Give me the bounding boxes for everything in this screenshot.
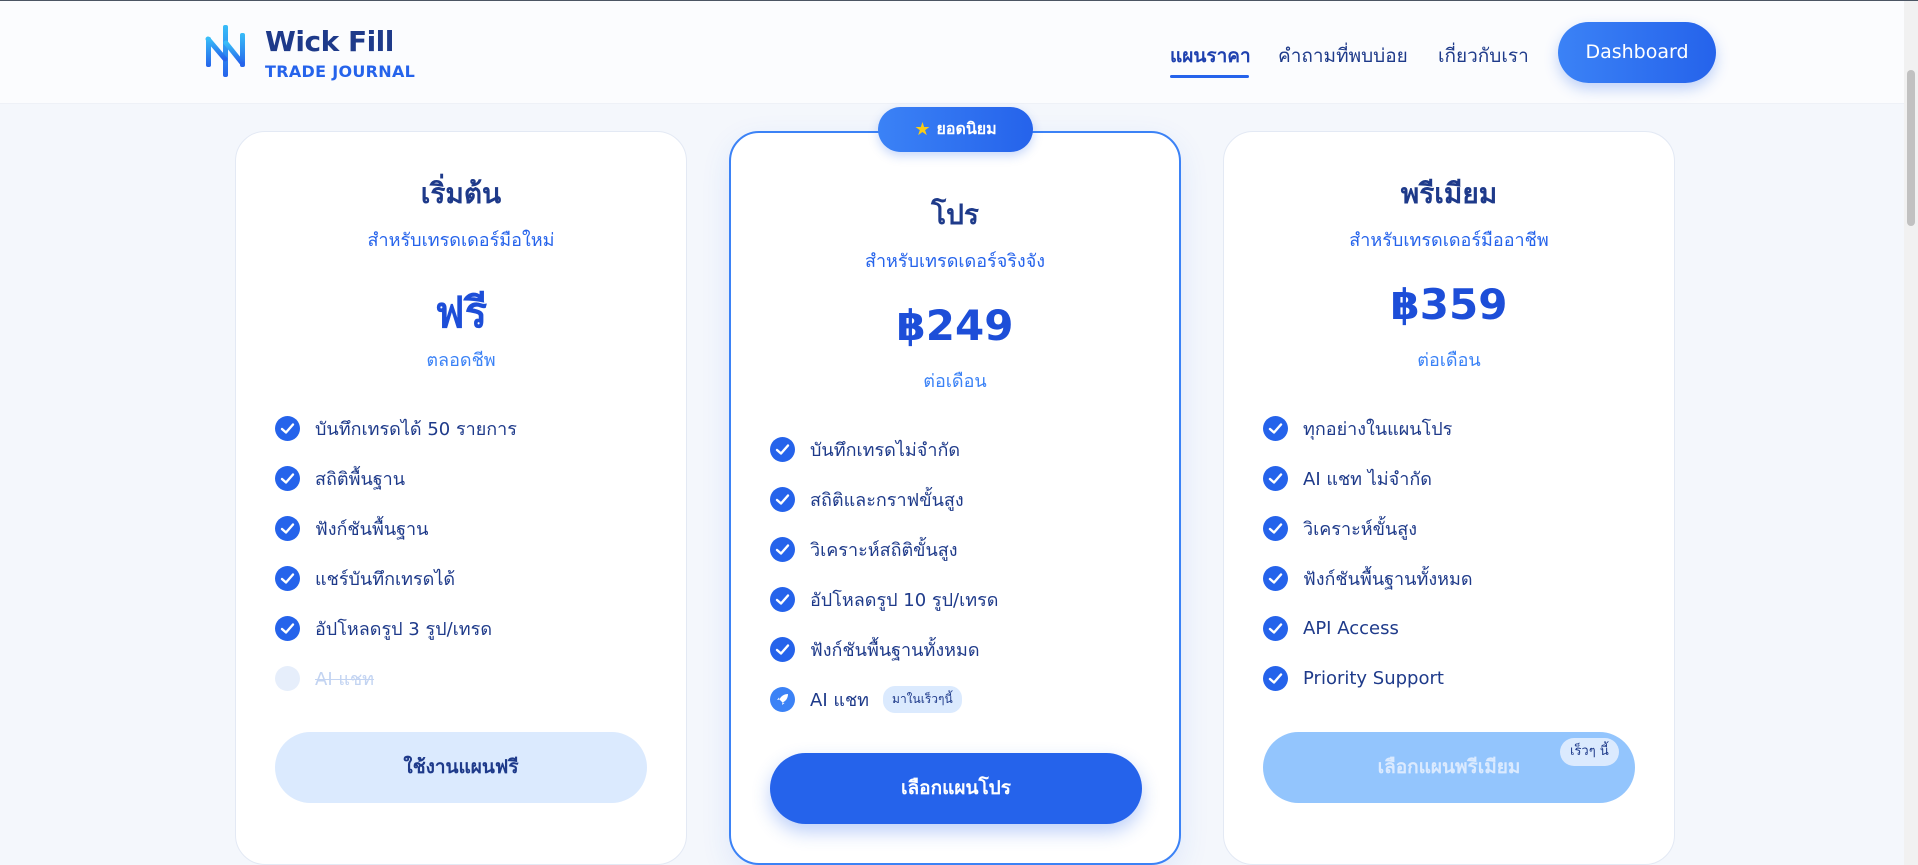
check-icon [1263, 615, 1288, 641]
plan-subtitle: สำหรับเทรดเดอร์มือใหม่ [367, 230, 555, 251]
popular-badge: ★ ยอดนิยม [878, 107, 1033, 152]
top-navbar: Wick Fill TRADE JOURNAL แผนราคา คำถามที่… [0, 1, 1904, 104]
feature-label: สถิติและกราฟขั้นสูง [810, 489, 964, 511]
brand-name[interactable]: Wick Fill [265, 25, 394, 58]
check-icon [1263, 465, 1288, 491]
check-icon [275, 615, 300, 641]
popular-badge-label: ยอดนิยม [936, 119, 997, 138]
plan-title: โปร [931, 198, 979, 231]
feature-label: ทุกอย่างในแผนโปร [1303, 418, 1453, 440]
feature-label: บันทึกเทรดได้ 50 รายการ [315, 418, 517, 440]
plan-subtitle: สำหรับเทรดเดอร์มืออาชีพ [1349, 230, 1549, 251]
feature-label: แชร์บันทึกเทรดได้ [315, 568, 456, 590]
feature-item: อัปโหลดรูป 3 รูป/เทรด [275, 615, 492, 641]
plan-price: ฟรี [434, 288, 488, 337]
plan-subtitle: สำหรับเทรดเดอร์จริงจัง [864, 251, 1046, 272]
feature-item: ฟังก์ชันพื้นฐานทั้งหมด [1263, 565, 1473, 591]
feature-label: AI แชท [315, 668, 375, 690]
scrollbar-thumb[interactable] [1907, 70, 1915, 226]
feature-item: วิเคราะห์ขั้นสูง [1263, 515, 1417, 541]
feature-label: ฟังก์ชันพื้นฐานทั้งหมด [810, 639, 980, 661]
check-icon [770, 536, 795, 562]
feature-label: วิเคราะห์ขั้นสูง [1303, 518, 1417, 540]
check-icon [1263, 415, 1288, 441]
brand-subtitle: TRADE JOURNAL [265, 62, 416, 81]
check-icon [275, 465, 300, 491]
feature-item: AI แชท ไม่จำกัด [1263, 465, 1432, 491]
dashboard-button[interactable]: Dashboard [1558, 22, 1716, 83]
empty-circle-icon [275, 665, 300, 691]
plan-title: เริ่มต้น [420, 177, 502, 210]
page-scrollbar[interactable] [1904, 1, 1918, 865]
feature-item: สถิติพื้นฐาน [275, 465, 405, 491]
plan-card-starter: เริ่มต้น สำหรับเทรดเดอร์มือใหม่ ฟรี ตลอด… [235, 131, 687, 865]
feature-label: สถิติพื้นฐาน [315, 468, 406, 490]
plan-price: ฿359 [1390, 280, 1508, 329]
feature-label: ฟังก์ชันพื้นฐานทั้งหมด [1303, 568, 1473, 590]
feature-item: ฟังก์ชันพื้นฐานทั้งหมด [770, 636, 980, 662]
select-free-plan-button[interactable]: ใช้งานแผนฟรี [275, 732, 647, 803]
coming-soon-tag: เร็วๆ นี้ [1560, 738, 1619, 766]
select-pro-plan-button[interactable]: เลือกแผนโปร [770, 753, 1142, 824]
check-icon [275, 565, 300, 591]
feature-label: Priority Support [1303, 667, 1444, 689]
check-icon [770, 586, 795, 612]
check-icon [275, 515, 300, 541]
check-icon [770, 486, 795, 512]
nav-about[interactable]: เกี่ยวกับเรา [1438, 41, 1529, 71]
feature-item: สถิติและกราฟขั้นสูง [770, 486, 964, 512]
plan-title: พรีเมียม [1400, 177, 1498, 210]
plan-period: ตลอดชีพ [426, 350, 496, 371]
check-icon [770, 636, 795, 662]
select-premium-plan-button: เลือกแผนพรีเมียม เร็วๆ นี้ [1263, 732, 1635, 803]
feature-label: วิเคราะห์สถิติขั้นสูง [810, 539, 958, 561]
feature-item: วิเคราะห์สถิติขั้นสูง [770, 536, 958, 562]
check-icon [1263, 515, 1288, 541]
feature-item: ฟังก์ชันพื้นฐาน [275, 515, 428, 541]
feature-label: API Access [1303, 617, 1399, 639]
select-premium-plan-label: เลือกแผนพรีเมียม [1377, 756, 1521, 778]
plan-card-premium: พรีเมียม สำหรับเทรดเดอร์มืออาชีพ ฿359 ต่… [1223, 131, 1675, 865]
nav-pricing[interactable]: แผนราคา [1170, 41, 1251, 71]
feature-label: AI แชท [810, 689, 870, 711]
plan-card-pro: โปร สำหรับเทรดเดอร์จริงจัง ฿249 ต่อเดือน… [729, 131, 1181, 865]
feature-label: AI แชท ไม่จำกัด [1303, 468, 1432, 490]
rocket-icon [770, 686, 795, 712]
feature-item: Priority Support [1263, 665, 1444, 691]
feature-item: แชร์บันทึกเทรดได้ [275, 565, 455, 591]
feature-label: อัปโหลดรูป 10 รูป/เทรด [810, 589, 999, 611]
nav-faq[interactable]: คำถามที่พบบ่อย [1278, 41, 1408, 71]
feature-label: ฟังก์ชันพื้นฐาน [315, 518, 429, 540]
wickfill-logo-icon[interactable] [204, 23, 248, 79]
coming-soon-pill: มาในเร็วๆนี้ [883, 685, 962, 713]
check-icon [770, 436, 795, 462]
feature-item: อัปโหลดรูป 10 รูป/เทรด [770, 586, 998, 612]
feature-item: บันทึกเทรดได้ 50 รายการ [275, 415, 517, 441]
check-icon [1263, 565, 1288, 591]
feature-label: อัปโหลดรูป 3 รูป/เทรด [315, 618, 493, 640]
feature-item: ทุกอย่างในแผนโปร [1263, 415, 1452, 441]
star-icon: ★ [914, 119, 931, 140]
feature-item-coming-soon: AI แชท มาในเร็วๆนี้ [770, 685, 962, 713]
feature-item-disabled: AI แชท [275, 665, 374, 691]
check-icon [275, 415, 300, 441]
plan-period: ต่อเดือน [1417, 350, 1481, 371]
plan-price: ฿249 [896, 301, 1014, 350]
feature-label: บันทึกเทรดไม่จำกัด [810, 439, 961, 461]
check-icon [1263, 665, 1288, 691]
feature-item: บันทึกเทรดไม่จำกัด [770, 436, 960, 462]
plan-period: ต่อเดือน [923, 371, 987, 392]
feature-item: API Access [1263, 615, 1399, 641]
nav-active-underline [1170, 75, 1249, 78]
